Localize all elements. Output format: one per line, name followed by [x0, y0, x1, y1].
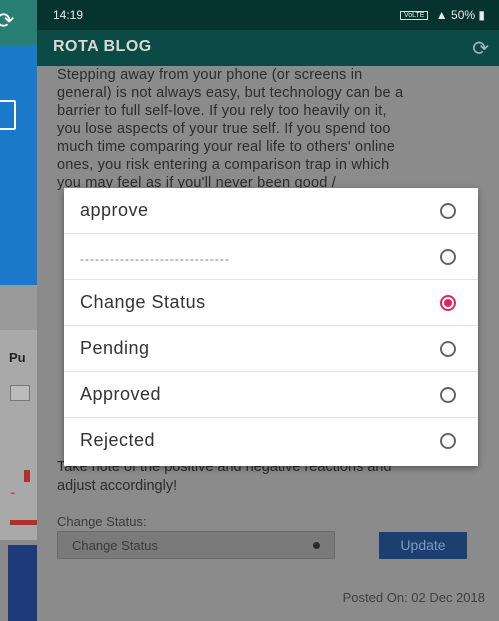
post-body-line: Stepping away from your phone (or screen…: [57, 67, 363, 83]
option-label: approve: [80, 200, 149, 220]
background-app-red-bar: [10, 520, 37, 525]
background-app-red-icon: ⌁: [10, 488, 16, 498]
change-status-value: Change Status: [72, 538, 159, 553]
background-app-input-box: [0, 100, 16, 130]
post-body-line: adjust accordingly!: [57, 478, 178, 494]
radio-checked-icon[interactable]: [440, 295, 456, 311]
post-body: Stepping away from your phone (or screen…: [57, 66, 485, 192]
post-body-line: barrier to full self-love. If you rely t…: [57, 103, 387, 119]
update-button[interactable]: Update: [379, 532, 467, 559]
app-bar: ROTA BLOG ⟳: [37, 30, 499, 66]
background-app-label: Pu: [9, 350, 26, 365]
radio-unchecked-icon[interactable]: [440, 433, 456, 449]
option-approved[interactable]: Approved: [64, 372, 478, 418]
option-rejected[interactable]: Rejected: [64, 418, 478, 464]
option-label: Approved: [80, 384, 162, 404]
app-title: ROTA BLOG: [53, 38, 152, 55]
option-label: Rejected: [80, 430, 156, 450]
post-body-line: you lose aspects of your true self. If y…: [57, 121, 391, 137]
option-change-status[interactable]: Change Status: [64, 280, 478, 326]
option-approve[interactable]: approve: [64, 188, 478, 234]
posted-on-date: Posted On: 02 Dec 2018: [342, 590, 485, 605]
background-app-red-mark: [24, 470, 30, 482]
post-body-line: much time comparing your real life to ot…: [57, 139, 395, 155]
status-indicators: VoLTE ▲ 50% ▮: [399, 8, 485, 22]
broken-image-icon: [10, 385, 30, 401]
background-app-navy-block: [8, 545, 37, 621]
change-status-select[interactable]: Change Status: [57, 531, 335, 559]
radio-unchecked-icon[interactable]: [440, 249, 456, 265]
change-status-label: Change Status:: [57, 514, 147, 529]
dropdown-indicator-icon: [313, 542, 320, 549]
status-options-dialog: approve ------------------------------ C…: [64, 188, 478, 466]
battery-icon: ▮: [478, 8, 485, 22]
option-separator[interactable]: ------------------------------: [64, 234, 478, 280]
post-body-line: ones, you risk entering a comparison tra…: [57, 157, 390, 173]
volte-icon: VoLTE: [399, 11, 429, 20]
background-app-blue-panel: [0, 45, 37, 285]
radio-unchecked-icon[interactable]: [440, 387, 456, 403]
radio-unchecked-icon[interactable]: [440, 203, 456, 219]
option-label: ------------------------------: [80, 252, 230, 266]
option-label: Pending: [80, 338, 150, 358]
refresh-icon[interactable]: ⟳: [472, 36, 489, 61]
signal-icon: ▲: [435, 8, 448, 22]
radio-unchecked-icon[interactable]: [440, 341, 456, 357]
post-body-line: general) is not always easy, but technol…: [57, 85, 404, 101]
sync-icon: ⟳: [0, 8, 15, 33]
background-app-gray-band: [0, 285, 37, 330]
option-pending[interactable]: Pending: [64, 326, 478, 372]
status-bar: 14:19 VoLTE ▲ 50% ▮: [37, 0, 499, 30]
battery-percent: 50%: [451, 8, 476, 22]
status-time: 14:19: [53, 8, 84, 22]
background-app: ⟳ Pu ⌁: [0, 0, 37, 621]
background-app-header: ⟳: [0, 0, 37, 45]
option-label: Change Status: [80, 292, 206, 312]
